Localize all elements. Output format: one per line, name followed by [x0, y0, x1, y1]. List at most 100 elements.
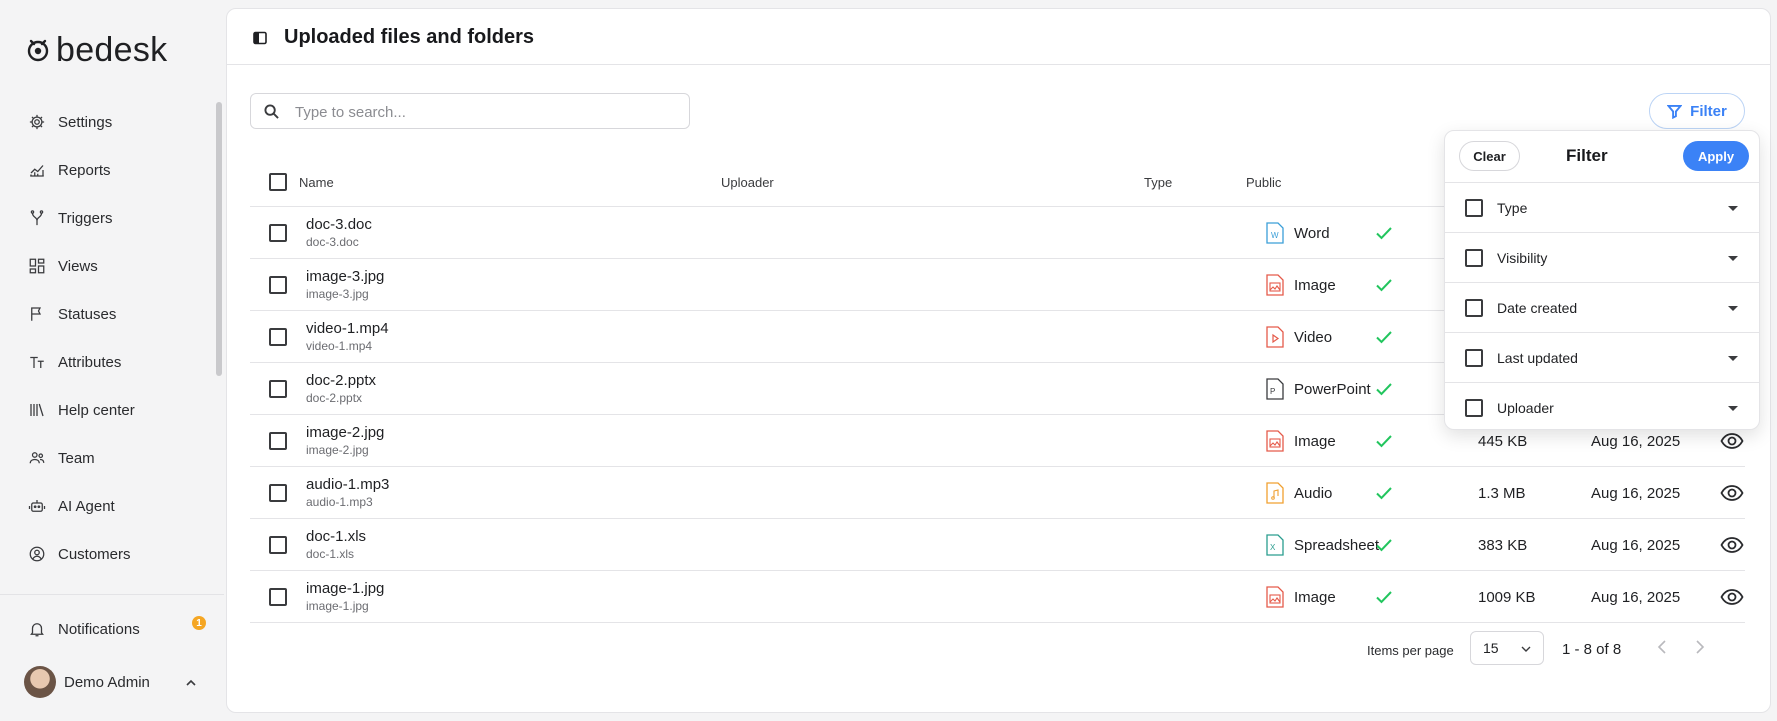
user-name: Demo Admin [64, 673, 150, 691]
logo-text: bedesk [56, 30, 168, 69]
column-uploader[interactable]: Uploader [721, 175, 774, 190]
file-name-cell[interactable]: audio-1.mp3 audio-1.mp3 [306, 476, 389, 509]
row-checkbox[interactable] [269, 276, 287, 294]
eye-icon[interactable] [1720, 535, 1744, 555]
library-icon [30, 403, 44, 417]
audio-file-icon [1266, 482, 1284, 504]
row-checkbox[interactable] [269, 328, 287, 346]
caret-down-icon[interactable] [1727, 405, 1739, 412]
sidebar-item-views[interactable]: Views [0, 242, 224, 290]
items-per-page-label: Items per page [1367, 643, 1454, 658]
notifications-button[interactable]: Notifications [28, 620, 140, 638]
team-icon [29, 452, 45, 464]
page-title: Uploaded files and folders [284, 26, 535, 48]
eye-icon[interactable] [1720, 587, 1744, 607]
file-name: doc-2.pptx [306, 372, 377, 389]
column-type[interactable]: Type [1144, 175, 1172, 190]
user-menu[interactable]: Demo Admin [24, 666, 150, 698]
sidebar-item-attributes[interactable]: Attributes [0, 338, 224, 386]
file-date: Aug 16, 2025 [1591, 433, 1681, 450]
sidebar-divider [0, 594, 224, 595]
table-row[interactable]: doc-1.xls doc-1.xls X Spreadsheet 383 KB… [250, 519, 1745, 571]
file-name-cell[interactable]: doc-3.doc doc-3.doc [306, 216, 372, 249]
file-name-cell[interactable]: image-1.jpg image-1.jpg [306, 580, 384, 613]
previous-page-icon[interactable] [1655, 639, 1669, 655]
sidebar-item-settings[interactable]: Settings [0, 98, 224, 146]
pagination-range: 1 - 8 of 8 [1562, 641, 1622, 658]
clear-button[interactable]: Clear [1459, 141, 1520, 171]
sidebar-item-statuses[interactable]: Statuses [0, 290, 224, 338]
dashboard-icon [29, 258, 45, 274]
filter-option[interactable]: Visibility [1445, 233, 1759, 283]
sidebar-item-help-center[interactable]: Help center [0, 386, 224, 434]
gear-icon [29, 114, 45, 130]
file-name-cell[interactable]: image-3.jpg image-3.jpg [306, 268, 384, 301]
flag-icon [31, 307, 42, 321]
eye-icon[interactable] [1720, 431, 1744, 451]
filter-button-label: Filter [1690, 102, 1727, 120]
search-input[interactable] [295, 101, 675, 123]
sidebar-item-reports[interactable]: Reports [0, 146, 224, 194]
filter-button[interactable]: Filter [1649, 93, 1745, 129]
row-checkbox[interactable] [269, 432, 287, 450]
table-row[interactable]: audio-1.mp3 audio-1.mp3 Audio 1.3 MB Aug… [250, 467, 1745, 519]
select-all-checkbox[interactable] [269, 173, 287, 191]
filter-option[interactable]: Date created [1445, 283, 1759, 333]
filter-option-checkbox[interactable] [1465, 349, 1483, 367]
chevron-up-icon[interactable] [186, 678, 196, 688]
text-size-icon [30, 356, 44, 368]
sidebar-item-ai-agent[interactable]: AI Agent [0, 482, 224, 530]
file-name-cell[interactable]: doc-1.xls doc-1.xls [306, 528, 366, 561]
file-name: image-3.jpg [306, 268, 385, 285]
chevron-down-icon [1521, 646, 1531, 652]
filter-option[interactable]: Type [1445, 183, 1759, 233]
caret-down-icon[interactable] [1727, 305, 1739, 312]
check-icon [1376, 487, 1392, 500]
filter-popover: Clear Filter Apply Type Visibility Date … [1444, 130, 1760, 430]
row-checkbox[interactable] [269, 484, 287, 502]
image-file-icon [1266, 586, 1284, 608]
file-size: 1.3 MB [1478, 485, 1526, 502]
eye-icon[interactable] [1720, 483, 1744, 503]
items-per-page-select[interactable]: 15 [1470, 631, 1544, 665]
next-page-icon[interactable] [1693, 639, 1707, 655]
file-name: video-1.mp4 [306, 320, 389, 337]
file-type: PowerPoint [1294, 380, 1371, 398]
sidebar-toggle-icon[interactable] [253, 31, 267, 45]
file-name-cell[interactable]: video-1.mp4 video-1.mp4 [306, 320, 389, 353]
file-name: doc-1.xls [306, 528, 367, 545]
table-row[interactable]: image-1.jpg image-1.jpg Image 1009 KB Au… [250, 571, 1745, 623]
filter-option-checkbox[interactable] [1465, 299, 1483, 317]
row-checkbox[interactable] [269, 224, 287, 242]
file-name-cell[interactable]: image-2.jpg image-2.jpg [306, 424, 384, 457]
filter-option[interactable]: Last updated [1445, 333, 1759, 383]
search-icon [264, 104, 279, 119]
column-name[interactable]: Name [299, 175, 334, 190]
filter-option-checkbox[interactable] [1465, 399, 1483, 417]
sidebar-item-team[interactable]: Team [0, 434, 224, 482]
filter-option-checkbox[interactable] [1465, 199, 1483, 217]
file-subname: image-2.jpg [306, 443, 369, 457]
caret-down-icon[interactable] [1727, 255, 1739, 262]
column-public[interactable]: Public [1246, 175, 1281, 190]
sidebar-item-triggers[interactable]: Triggers [0, 194, 224, 242]
notifications-badge: 1 [192, 616, 206, 630]
row-checkbox[interactable] [269, 536, 287, 554]
branch-icon [30, 210, 44, 226]
sidebar-scrollbar[interactable] [216, 102, 222, 376]
row-checkbox[interactable] [269, 588, 287, 606]
page-header: Uploaded files and folders [227, 9, 1770, 65]
filter-option-label: Type [1497, 200, 1528, 216]
row-checkbox[interactable] [269, 380, 287, 398]
notifications-label: Notifications [58, 620, 140, 638]
spreadsheet-file-icon: X [1266, 534, 1284, 556]
check-icon [1376, 227, 1392, 240]
apply-button[interactable]: Apply [1683, 141, 1749, 171]
filter-option[interactable]: Uploader [1445, 383, 1759, 433]
sidebar-item-customers[interactable]: Customers [0, 530, 224, 578]
file-name-cell[interactable]: doc-2.pptx doc-2.pptx [306, 372, 376, 405]
caret-down-icon[interactable] [1727, 205, 1739, 212]
caret-down-icon[interactable] [1727, 355, 1739, 362]
filter-option-checkbox[interactable] [1465, 249, 1483, 267]
logo[interactable]: bedesk [26, 30, 167, 70]
